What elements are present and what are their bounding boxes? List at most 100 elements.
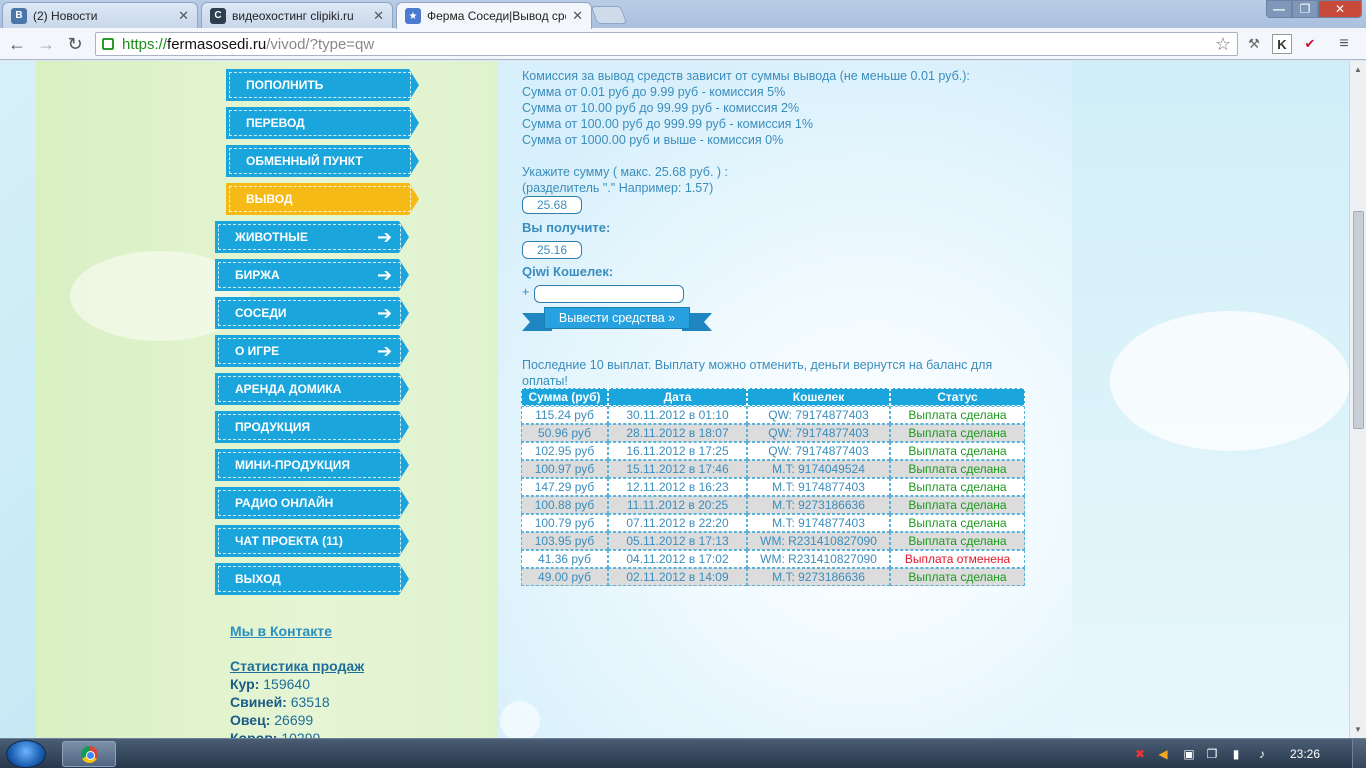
col-status: Статус — [890, 388, 1025, 406]
close-icon[interactable]: ✕ — [373, 8, 384, 24]
menu-logout[interactable]: ВЫХОД — [215, 563, 409, 595]
clock[interactable]: 23:26 — [1290, 747, 1320, 761]
start-button[interactable] — [6, 740, 46, 768]
commission-line: Комиссия за вывод средств зависит от сум… — [522, 69, 970, 83]
menu-chat[interactable]: ЧАТ ПРОЕКТА (11) — [215, 525, 409, 557]
arrow-right-icon: ➔ — [377, 341, 393, 361]
cell-amount: 100.88 руб — [521, 496, 608, 514]
scroll-down-icon[interactable]: ▼ — [1354, 725, 1362, 734]
reload-icon[interactable]: ↻ — [64, 33, 86, 55]
stat-label: Овец: — [230, 712, 271, 728]
commission-line: Сумма от 1000.00 руб и выше - комиссия 0… — [522, 133, 784, 147]
commission-line: Сумма от 100.00 руб до 999.99 руб - коми… — [522, 117, 813, 131]
col-amount: Сумма (руб) — [521, 388, 608, 406]
stat-value: 26699 — [274, 712, 314, 728]
menu-animals[interactable]: ЖИВОТНЫЕ ➔ — [215, 221, 409, 253]
cell-amount: 103.95 руб — [521, 532, 608, 550]
show-desktop-button[interactable] — [1352, 739, 1366, 768]
close-window-button[interactable]: ✕ — [1318, 0, 1362, 18]
menu-products[interactable]: ПРОДУКЦИЯ — [215, 411, 409, 443]
sales-stats-title[interactable]: Статистика продаж — [230, 658, 364, 674]
tab-ferma-sosedi[interactable]: ★ Ферма Соседи|Вывод сре ✕ — [396, 2, 592, 29]
new-tab-button[interactable] — [590, 6, 628, 24]
menu-neighbors[interactable]: СОСЕДИ ➔ — [215, 297, 409, 329]
signal-icon[interactable]: ▮ — [1228, 746, 1244, 762]
menu-label: ПОПОЛНИТЬ — [246, 78, 324, 92]
menu-radio[interactable]: РАДИО ОНЛАЙН — [215, 487, 409, 519]
cell-wallet: QW: 79174877403 — [747, 406, 890, 424]
star-icon[interactable]: ☆ — [1215, 34, 1231, 55]
cell-date: 05.11.2012 в 17:13 — [608, 532, 747, 550]
tab-strip: В (2) Новости ✕ C видеохостинг clipiki.r… — [0, 0, 1366, 29]
scroll-thumb[interactable] — [1353, 211, 1364, 429]
cell-wallet: QW: 79174877403 — [747, 442, 890, 460]
kaspersky-tray-icon[interactable]: ✖ — [1132, 746, 1148, 762]
menu-house-rent[interactable]: АРЕНДА ДОМИКА — [215, 373, 409, 405]
wallet-prefix: + — [522, 285, 530, 299]
cell-status: Выплата сделана — [890, 406, 1025, 424]
forward-arrow-icon[interactable]: → — [35, 33, 57, 55]
table-row: 49.00 руб 02.11.2012 в 14:09 M.T: 92731866… — [521, 568, 1025, 586]
qiwi-wallet-input[interactable] — [534, 285, 684, 303]
stat-pigs: Свиней: 63518 — [230, 694, 330, 710]
stat-chickens: Кур: 159640 — [230, 676, 310, 692]
maximize-button[interactable]: ❐ — [1292, 0, 1318, 18]
col-date: Дата — [608, 388, 747, 406]
volume-warning-icon[interactable]: ◀ — [1155, 746, 1171, 762]
arrow-right-icon: ➔ — [377, 265, 393, 285]
cell-date: 02.11.2012 в 14:09 — [608, 568, 747, 586]
stat-label: Свиней: — [230, 694, 287, 710]
kaspersky-k-icon[interactable]: K — [1272, 34, 1292, 54]
menu-transfer[interactable]: ПЕРЕВОД — [226, 107, 419, 139]
minimize-button[interactable]: — — [1266, 0, 1292, 18]
amount-input[interactable]: 25.68 — [522, 196, 582, 214]
menu-exchange[interactable]: ОБМЕННЫЙ ПУНКТ — [226, 145, 419, 177]
arrow-right-icon: ➔ — [377, 227, 393, 247]
page-scrollbar[interactable]: ▲ ▼ — [1349, 61, 1366, 738]
menu-mini-products[interactable]: МИНИ-ПРОДУКЦИЯ — [215, 449, 409, 481]
scroll-up-icon[interactable]: ▲ — [1354, 65, 1362, 74]
kaspersky-icon[interactable]: ✔ — [1300, 34, 1320, 54]
withdraw-button[interactable]: Вывести средства » — [522, 307, 712, 333]
withdraw-button-label: Вывести средства » — [544, 307, 690, 329]
menu-label: АРЕНДА ДОМИКА — [235, 382, 342, 396]
arrow-right-icon: ➔ — [377, 303, 393, 323]
menu-exchange-market[interactable]: БИРЖА ➔ — [215, 259, 409, 291]
vk-icon: В — [11, 7, 27, 24]
chrome-icon — [81, 746, 98, 763]
clipboard-tray-icon[interactable]: ❐ — [1204, 746, 1220, 762]
cell-amount: 41.36 руб — [521, 550, 608, 568]
toolbar: ← → ↻ https:// fermasosedi.ru /vivod/?ty… — [0, 28, 1366, 60]
taskbar-chrome[interactable] — [62, 741, 116, 767]
table-row: 100.79 руб 07.11.2012 в 22:20 M.T: 9174877… — [521, 514, 1025, 532]
extension-icon[interactable]: ⚒ — [1244, 34, 1264, 54]
tab-title: (2) Новости — [33, 8, 98, 23]
tab-vk-news[interactable]: В (2) Новости ✕ — [2, 2, 198, 28]
menu-withdraw[interactable]: ВЫВОД — [226, 183, 419, 215]
speaker-icon[interactable]: ♪ — [1254, 746, 1270, 762]
tab-title: видеохостинг clipiki.ru — [232, 8, 354, 23]
menu-label: О ИГРЕ — [235, 344, 280, 358]
cell-status: Выплата сделана — [890, 568, 1025, 586]
close-icon[interactable]: ✕ — [178, 8, 189, 24]
cell-date: 15.11.2012 в 17:46 — [608, 460, 747, 478]
cell-wallet: WM: R231410827090 — [747, 532, 890, 550]
tab-clipiki[interactable]: C видеохостинг clipiki.ru ✕ — [201, 2, 393, 28]
back-arrow-icon[interactable]: ← — [6, 33, 28, 55]
close-icon[interactable]: ✕ — [572, 8, 583, 24]
menu-deposit[interactable]: ПОПОЛНИТЬ — [226, 69, 419, 101]
menu-icon[interactable]: ≡ — [1334, 34, 1354, 54]
url-host: fermasosedi.ru — [167, 35, 267, 53]
tab-title: Ферма Соседи|Вывод сре — [427, 9, 567, 23]
vk-link[interactable]: Мы в Контакте — [230, 623, 332, 639]
clipiki-icon: C — [210, 7, 226, 24]
receive-label: Вы получите: — [522, 220, 611, 235]
stat-value: 63518 — [290, 694, 330, 710]
stat-sheep: Овец: 26699 — [230, 712, 313, 728]
network-tray-icon[interactable]: ▣ — [1181, 746, 1197, 762]
address-bar[interactable]: https:// fermasosedi.ru /vivod/?type=qw … — [95, 32, 1238, 56]
cell-amount: 102.95 руб — [521, 442, 608, 460]
menu-about[interactable]: О ИГРЕ ➔ — [215, 335, 409, 367]
menu-label: ПРОДУКЦИЯ — [235, 420, 311, 434]
cell-wallet: M.T: 9273186636 — [747, 568, 890, 586]
